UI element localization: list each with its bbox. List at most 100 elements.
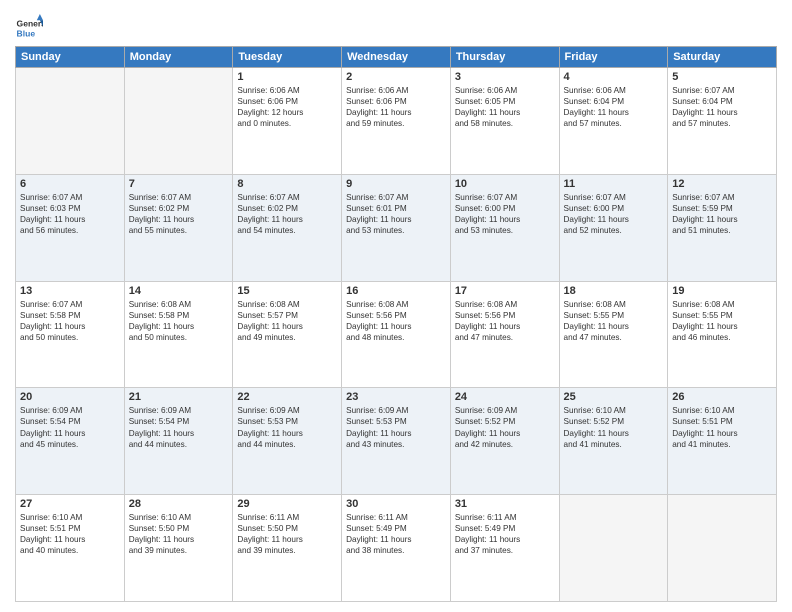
day-number: 25 xyxy=(564,391,664,403)
day-info: Sunrise: 6:08 AM Sunset: 5:56 PM Dayligh… xyxy=(455,299,555,343)
day-info: Sunrise: 6:11 AM Sunset: 5:49 PM Dayligh… xyxy=(346,512,446,556)
calendar-week-row: 6 Sunrise: 6:07 AM Sunset: 6:03 PM Daylig… xyxy=(16,174,777,281)
calendar-day-cell: 30 Sunrise: 6:11 AM Sunset: 5:49 PM Dayli… xyxy=(342,495,451,602)
day-number: 11 xyxy=(564,178,664,190)
day-info: Sunrise: 6:08 AM Sunset: 5:58 PM Dayligh… xyxy=(129,299,229,343)
calendar-day-cell: 13 Sunrise: 6:07 AM Sunset: 5:58 PM Dayli… xyxy=(16,281,125,388)
calendar-day-cell: 27 Sunrise: 6:10 AM Sunset: 5:51 PM Dayli… xyxy=(16,495,125,602)
day-number: 1 xyxy=(237,71,337,83)
calendar-day-cell: 23 Sunrise: 6:09 AM Sunset: 5:53 PM Dayli… xyxy=(342,388,451,495)
day-number: 4 xyxy=(564,71,664,83)
calendar-day-cell: 1 Sunrise: 6:06 AM Sunset: 6:06 PM Daylig… xyxy=(233,68,342,175)
calendar-day-cell xyxy=(124,68,233,175)
day-number: 20 xyxy=(20,391,120,403)
day-number: 2 xyxy=(346,71,446,83)
day-number: 22 xyxy=(237,391,337,403)
calendar-day-cell: 25 Sunrise: 6:10 AM Sunset: 5:52 PM Dayli… xyxy=(559,388,668,495)
day-number: 28 xyxy=(129,498,229,510)
page-header: General Blue xyxy=(15,10,777,42)
day-info: Sunrise: 6:09 AM Sunset: 5:53 PM Dayligh… xyxy=(346,405,446,449)
day-number: 30 xyxy=(346,498,446,510)
day-info: Sunrise: 6:11 AM Sunset: 5:50 PM Dayligh… xyxy=(237,512,337,556)
calendar-header-sunday: Sunday xyxy=(16,47,125,68)
day-info: Sunrise: 6:11 AM Sunset: 5:49 PM Dayligh… xyxy=(455,512,555,556)
day-number: 29 xyxy=(237,498,337,510)
calendar-day-cell xyxy=(559,495,668,602)
day-number: 14 xyxy=(129,285,229,297)
day-info: Sunrise: 6:09 AM Sunset: 5:52 PM Dayligh… xyxy=(455,405,555,449)
calendar-week-row: 1 Sunrise: 6:06 AM Sunset: 6:06 PM Daylig… xyxy=(16,68,777,175)
day-info: Sunrise: 6:10 AM Sunset: 5:52 PM Dayligh… xyxy=(564,405,664,449)
day-info: Sunrise: 6:09 AM Sunset: 5:54 PM Dayligh… xyxy=(129,405,229,449)
calendar-day-cell: 19 Sunrise: 6:08 AM Sunset: 5:55 PM Dayli… xyxy=(668,281,777,388)
calendar-day-cell: 24 Sunrise: 6:09 AM Sunset: 5:52 PM Dayli… xyxy=(450,388,559,495)
calendar-day-cell: 15 Sunrise: 6:08 AM Sunset: 5:57 PM Dayli… xyxy=(233,281,342,388)
day-info: Sunrise: 6:06 AM Sunset: 6:06 PM Dayligh… xyxy=(346,85,446,129)
logo-icon: General Blue xyxy=(15,14,43,42)
day-number: 24 xyxy=(455,391,555,403)
day-info: Sunrise: 6:06 AM Sunset: 6:04 PM Dayligh… xyxy=(564,85,664,129)
day-info: Sunrise: 6:07 AM Sunset: 6:01 PM Dayligh… xyxy=(346,192,446,236)
day-number: 15 xyxy=(237,285,337,297)
calendar-day-cell: 3 Sunrise: 6:06 AM Sunset: 6:05 PM Daylig… xyxy=(450,68,559,175)
calendar-day-cell: 14 Sunrise: 6:08 AM Sunset: 5:58 PM Dayli… xyxy=(124,281,233,388)
calendar-day-cell: 28 Sunrise: 6:10 AM Sunset: 5:50 PM Dayli… xyxy=(124,495,233,602)
day-info: Sunrise: 6:08 AM Sunset: 5:55 PM Dayligh… xyxy=(672,299,772,343)
calendar-day-cell: 2 Sunrise: 6:06 AM Sunset: 6:06 PM Daylig… xyxy=(342,68,451,175)
calendar-week-row: 20 Sunrise: 6:09 AM Sunset: 5:54 PM Dayli… xyxy=(16,388,777,495)
calendar-header-monday: Monday xyxy=(124,47,233,68)
calendar-day-cell: 17Sunrise: 6:08 AM Sunset: 5:56 PM Dayli… xyxy=(450,281,559,388)
day-number: 27 xyxy=(20,498,120,510)
day-number: 26 xyxy=(672,391,772,403)
day-info: Sunrise: 6:06 AM Sunset: 6:05 PM Dayligh… xyxy=(455,85,555,129)
day-info: Sunrise: 6:07 AM Sunset: 6:00 PM Dayligh… xyxy=(455,192,555,236)
day-info: Sunrise: 6:07 AM Sunset: 6:02 PM Dayligh… xyxy=(237,192,337,236)
day-number: 10 xyxy=(455,178,555,190)
day-number: 13 xyxy=(20,285,120,297)
calendar-day-cell: 7Sunrise: 6:07 AM Sunset: 6:02 PM Daylig… xyxy=(124,174,233,281)
calendar-day-cell: 11Sunrise: 6:07 AM Sunset: 6:00 PM Dayli… xyxy=(559,174,668,281)
day-number: 8 xyxy=(237,178,337,190)
day-info: Sunrise: 6:10 AM Sunset: 5:51 PM Dayligh… xyxy=(672,405,772,449)
day-number: 16 xyxy=(346,285,446,297)
day-info: Sunrise: 6:09 AM Sunset: 5:53 PM Dayligh… xyxy=(237,405,337,449)
calendar-header-thursday: Thursday xyxy=(450,47,559,68)
logo: General Blue xyxy=(15,14,47,42)
calendar-header-tuesday: Tuesday xyxy=(233,47,342,68)
svg-text:Blue: Blue xyxy=(17,29,36,39)
day-number: 23 xyxy=(346,391,446,403)
calendar-day-cell: 12Sunrise: 6:07 AM Sunset: 5:59 PM Dayli… xyxy=(668,174,777,281)
day-info: Sunrise: 6:06 AM Sunset: 6:06 PM Dayligh… xyxy=(237,85,337,129)
calendar-header-row: SundayMondayTuesdayWednesdayThursdayFrid… xyxy=(16,47,777,68)
day-number: 3 xyxy=(455,71,555,83)
calendar-day-cell: 31 Sunrise: 6:11 AM Sunset: 5:49 PM Dayli… xyxy=(450,495,559,602)
calendar-header-saturday: Saturday xyxy=(668,47,777,68)
day-info: Sunrise: 6:08 AM Sunset: 5:56 PM Dayligh… xyxy=(346,299,446,343)
day-info: Sunrise: 6:08 AM Sunset: 5:57 PM Dayligh… xyxy=(237,299,337,343)
day-number: 6 xyxy=(20,178,120,190)
day-info: Sunrise: 6:07 AM Sunset: 5:58 PM Dayligh… xyxy=(20,299,120,343)
day-info: Sunrise: 6:10 AM Sunset: 5:50 PM Dayligh… xyxy=(129,512,229,556)
day-number: 19 xyxy=(672,285,772,297)
day-number: 5 xyxy=(672,71,772,83)
calendar-table: SundayMondayTuesdayWednesdayThursdayFrid… xyxy=(15,46,777,602)
calendar-week-row: 27 Sunrise: 6:10 AM Sunset: 5:51 PM Dayli… xyxy=(16,495,777,602)
calendar-header-friday: Friday xyxy=(559,47,668,68)
day-number: 18 xyxy=(564,285,664,297)
calendar-day-cell: 10 Sunrise: 6:07 AM Sunset: 6:00 PM Dayli… xyxy=(450,174,559,281)
calendar-day-cell: 21 Sunrise: 6:09 AM Sunset: 5:54 PM Dayli… xyxy=(124,388,233,495)
day-info: Sunrise: 6:07 AM Sunset: 5:59 PM Dayligh… xyxy=(672,192,772,236)
day-number: 9 xyxy=(346,178,446,190)
calendar-day-cell: 22 Sunrise: 6:09 AM Sunset: 5:53 PM Dayli… xyxy=(233,388,342,495)
day-number: 7 xyxy=(129,178,229,190)
calendar-day-cell: 6 Sunrise: 6:07 AM Sunset: 6:03 PM Daylig… xyxy=(16,174,125,281)
day-number: 21 xyxy=(129,391,229,403)
day-info: Sunrise: 6:09 AM Sunset: 5:54 PM Dayligh… xyxy=(20,405,120,449)
day-info: Sunrise: 6:10 AM Sunset: 5:51 PM Dayligh… xyxy=(20,512,120,556)
calendar-day-cell: 26 Sunrise: 6:10 AM Sunset: 5:51 PM Dayli… xyxy=(668,388,777,495)
day-info: Sunrise: 6:07 AM Sunset: 6:03 PM Dayligh… xyxy=(20,192,120,236)
calendar-day-cell: 8 Sunrise: 6:07 AM Sunset: 6:02 PM Daylig… xyxy=(233,174,342,281)
calendar-day-cell: 5Sunrise: 6:07 AM Sunset: 6:04 PM Daylig… xyxy=(668,68,777,175)
day-info: Sunrise: 6:08 AM Sunset: 5:55 PM Dayligh… xyxy=(564,299,664,343)
day-number: 31 xyxy=(455,498,555,510)
